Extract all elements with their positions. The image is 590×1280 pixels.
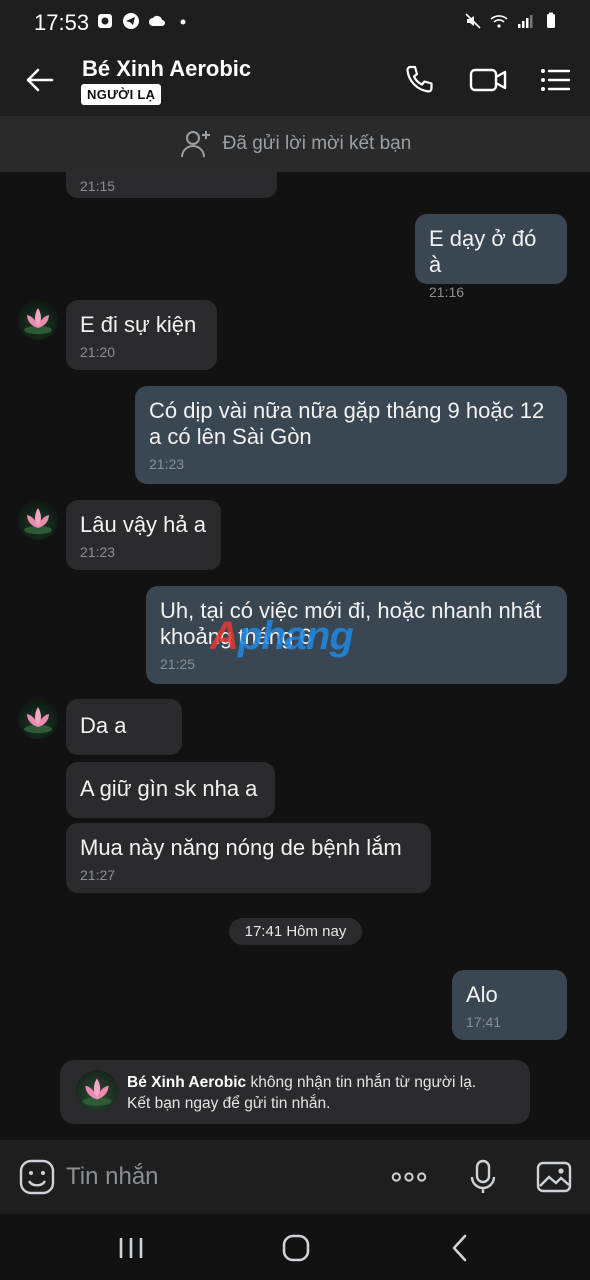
sticker-icon[interactable] — [18, 1158, 56, 1196]
message-text: Alo — [466, 982, 498, 1007]
mic-icon[interactable] — [464, 1158, 502, 1196]
lotus-avatar-image — [82, 1078, 112, 1106]
message-bubble-outgoing[interactable]: Alo 17:41 — [452, 970, 567, 1040]
date-separator: 17:41 Hôm nay — [229, 918, 362, 945]
message-time: 21:23 — [80, 544, 116, 560]
lotus-avatar-image — [24, 508, 52, 534]
contact-avatar[interactable] — [18, 500, 58, 540]
back-arrow-icon[interactable] — [22, 62, 58, 98]
message-input[interactable] — [66, 1160, 366, 1194]
message-text: Có dịp vài nữa nữa gặp tháng 9 hoặc 12 a… — [149, 398, 545, 449]
message-bubble-incoming[interactable]: E đi sự kiện 21:20 — [66, 300, 217, 370]
phone-icon[interactable] — [400, 62, 440, 98]
message-bubble-incoming[interactable]: 21:15 — [66, 172, 277, 198]
message-time: 21:23 — [149, 456, 185, 472]
friend-banner-text: Đã gửi lời mời kết bạn — [222, 133, 412, 154]
contact-avatar[interactable] — [18, 300, 58, 340]
signal-icon — [518, 15, 533, 28]
message-bubble-incoming[interactable]: Da a — [66, 699, 182, 755]
add-friend-icon — [180, 131, 210, 158]
stranger-notice: Bé Xinh Aerobic không nhận tin nhắn từ n… — [60, 1060, 530, 1124]
notice-text-line1: không nhận tin nhắn từ người lạ. — [246, 1074, 477, 1091]
dot-icon — [180, 19, 186, 25]
contact-name[interactable]: Bé Xinh Aerobic — [82, 56, 251, 82]
status-time: 17:53 — [34, 10, 90, 35]
system-nav-bar — [0, 1214, 590, 1280]
status-system-icons — [464, 12, 560, 30]
message-text: Lâu vậy hả a — [80, 512, 206, 537]
message-time: 17:41 — [466, 1014, 502, 1030]
message-text: E dạy ở đó à — [429, 226, 537, 277]
lotus-avatar-image — [24, 308, 52, 334]
message-time: 21:16 — [429, 284, 465, 300]
message-bubble-outgoing[interactable]: E dạy ở đó à 21:16 — [415, 214, 567, 300]
message-time: 21:27 — [80, 867, 116, 883]
message-bubble-outgoing[interactable]: Có dịp vài nữa nữa gặp tháng 9 hoặc 12 a… — [135, 386, 567, 484]
notice-text-line2[interactable]: Kết bạn ngay để gửi tin nhắn. — [127, 1095, 330, 1112]
message-text: E đi sự kiện — [80, 312, 197, 337]
home-icon[interactable] — [278, 1232, 314, 1264]
message-time: 21:20 — [80, 344, 116, 360]
cloud-icon — [149, 15, 165, 26]
mute-icon — [465, 13, 481, 29]
stranger-badge: NGƯỜI LẠ — [81, 84, 162, 105]
chat-header: Bé Xinh Aerobic NGƯỜI LẠ — [0, 44, 590, 116]
image-icon[interactable] — [535, 1158, 573, 1196]
status-notification-icons — [96, 12, 192, 30]
message-list[interactable]: 21:15 E dạy ở đó à 21:16 E đi sự kiện 21… — [0, 172, 590, 1140]
friend-request-banner: Đã gửi lời mời kết bạn — [0, 116, 590, 172]
notice-contact-name[interactable]: Bé Xinh Aerobic — [127, 1074, 246, 1091]
app-notification-icon — [98, 14, 112, 28]
message-input-bar — [0, 1140, 590, 1214]
video-icon[interactable] — [468, 62, 508, 98]
back-icon[interactable] — [443, 1232, 479, 1264]
message-bubble-incoming[interactable]: Mua này năng nóng de bệnh lắm 21:27 — [66, 823, 431, 893]
message-text: Da a — [80, 713, 127, 738]
message-bubble-incoming[interactable]: Lâu vậy hả a 21:23 — [66, 500, 221, 570]
notice-avatar — [76, 1070, 118, 1112]
watermark-logo: Aphang — [210, 614, 354, 658]
telegram-icon — [123, 13, 139, 29]
recent-apps-icon[interactable] — [113, 1232, 149, 1264]
message-time: 21:15 — [80, 178, 116, 194]
status-bar: 17:53 — [0, 0, 590, 44]
contact-avatar[interactable] — [18, 699, 58, 739]
message-text: A giữ gìn sk nha a — [80, 776, 258, 801]
battery-icon — [547, 12, 555, 28]
notice-text: Bé Xinh Aerobic không nhận tin nhắn từ n… — [127, 1072, 522, 1114]
wifi-icon — [490, 15, 508, 28]
lotus-avatar-image — [24, 707, 52, 733]
menu-icon[interactable] — [537, 62, 577, 98]
message-text: Mua này năng nóng de bệnh lắm — [80, 835, 402, 860]
more-icon[interactable] — [390, 1158, 428, 1196]
message-bubble-incoming[interactable]: A giữ gìn sk nha a — [66, 762, 275, 818]
